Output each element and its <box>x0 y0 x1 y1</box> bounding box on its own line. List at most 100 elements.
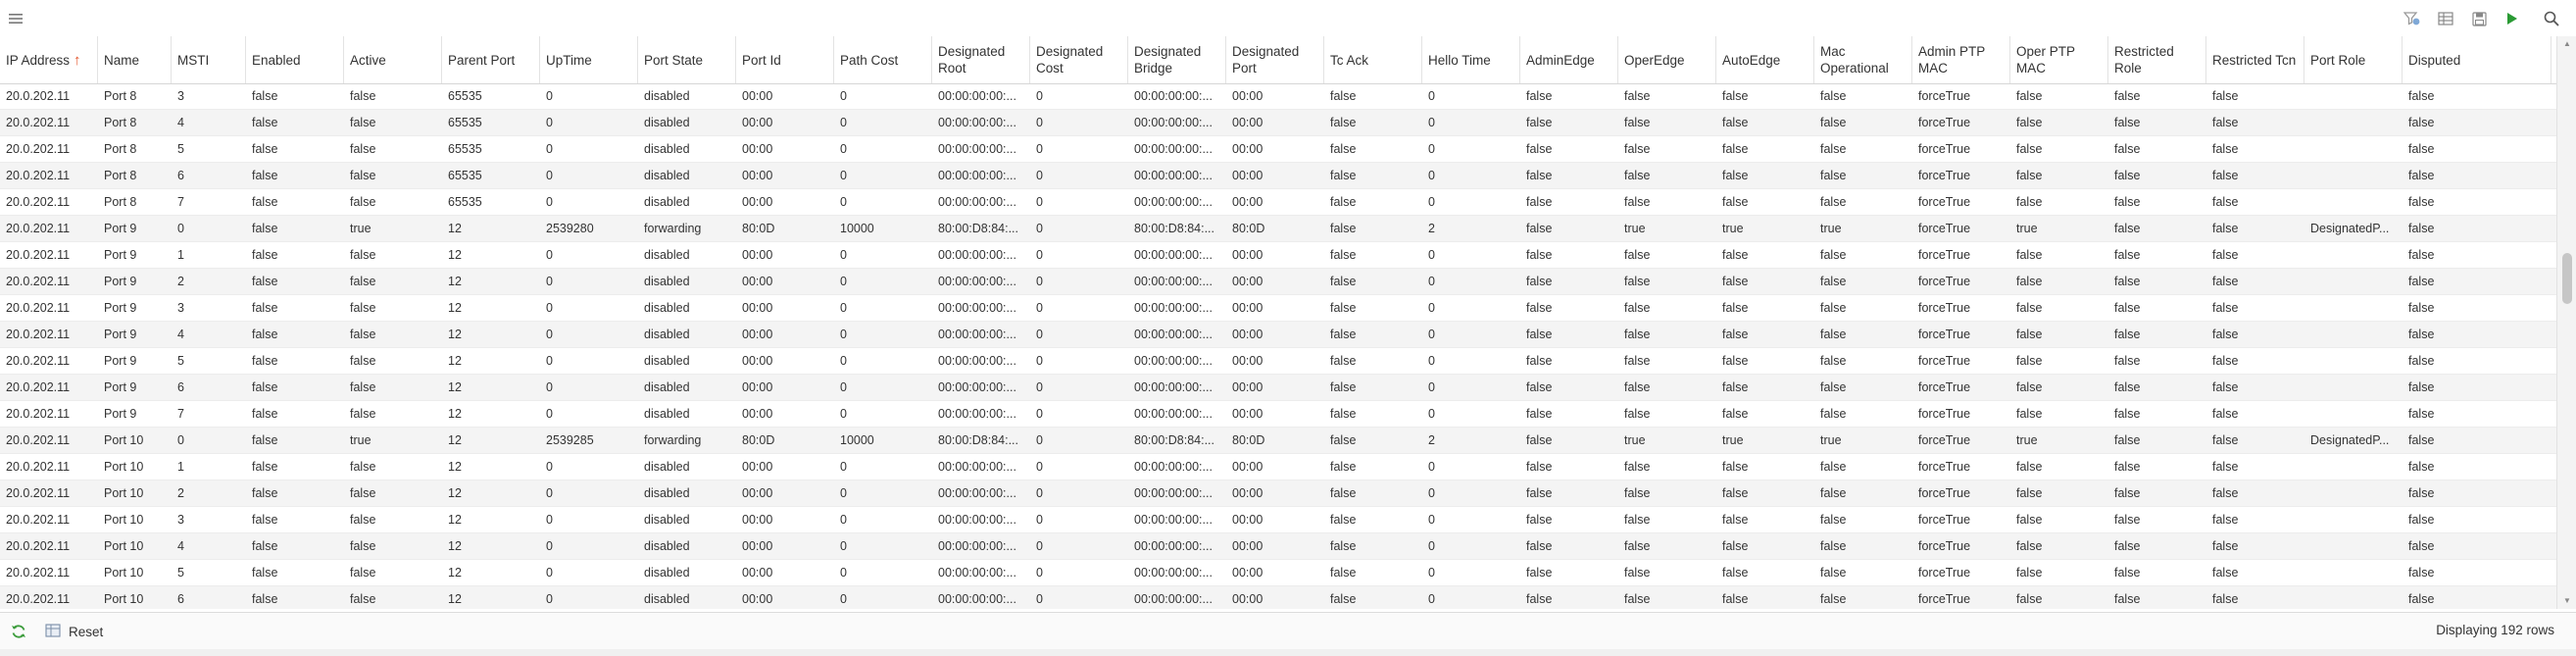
table-row[interactable]: 20.0.202.11 Port 9 5 false false 12 0 disabled 0… <box>0 348 2556 375</box>
table-cell: false <box>1526 195 1553 209</box>
bottom-resize-bar[interactable] <box>0 649 2576 656</box>
table-row[interactable]: 20.0.202.11 Port 10 6 false false 12 0 disabled… <box>0 586 2556 609</box>
column-header[interactable]: Tc Ack <box>1324 36 1422 83</box>
table-cell: false <box>2408 169 2435 182</box>
table-cell: disabled <box>644 301 690 315</box>
table-cell: false <box>1820 328 1847 341</box>
column-header-label: Restricted Tcn <box>2212 52 2297 68</box>
table-cell: false <box>1722 592 1749 606</box>
column-header[interactable]: Designated Root <box>932 36 1030 83</box>
table-row[interactable]: 20.0.202.11 Port 10 5 false false 12 0 disabled… <box>0 560 2556 586</box>
table-cell: 0 <box>1036 328 1043 341</box>
column-header[interactable]: IP Address ↑ <box>0 36 98 83</box>
table-cell: Port 10 <box>104 460 144 474</box>
column-header[interactable]: Active <box>344 36 442 83</box>
column-header-label: Disputed <box>2408 52 2461 68</box>
table-cell: 0 <box>1428 513 1435 527</box>
column-header[interactable]: Port Role <box>2304 36 2403 83</box>
table-cell: false <box>1722 380 1749 394</box>
columns-icon[interactable] <box>2435 8 2456 29</box>
table-cell: 0 <box>546 142 553 156</box>
table-cell: 00:00 <box>1232 539 1263 553</box>
column-header[interactable]: Port Id <box>736 36 834 83</box>
play-icon[interactable] <box>2502 8 2523 29</box>
table-cell: 00:00:00:00:... <box>1134 592 1213 606</box>
table-row[interactable]: 20.0.202.11 Port 10 1 false false 12 0 disabled… <box>0 454 2556 480</box>
sort-ascending-icon[interactable]: ↑ <box>74 52 81 69</box>
column-header[interactable]: Restricted Role <box>2108 36 2206 83</box>
table-cell: 00:00:00:00:... <box>1134 380 1213 394</box>
table-cell: false <box>350 169 376 182</box>
table-cell: 0 <box>1428 248 1435 262</box>
save-icon[interactable] <box>2468 8 2490 29</box>
table-cell: false <box>1330 195 1357 209</box>
column-header[interactable]: Admin PTP MAC <box>1912 36 2010 83</box>
table-cell: 0 <box>546 513 553 527</box>
column-header[interactable]: MSTI <box>172 36 246 83</box>
column-header[interactable]: Designated Port <box>1226 36 1324 83</box>
column-header-label: Designated Bridge <box>1134 44 1202 76</box>
scroll-down-arrow-icon[interactable]: ▼ <box>2557 593 2576 609</box>
table-row[interactable]: 20.0.202.11 Port 8 7 false false 65535 0 disabl… <box>0 189 2556 216</box>
table-cell: false <box>1330 328 1357 341</box>
column-header[interactable]: Parent Port <box>442 36 540 83</box>
table-cell: forceTrue <box>1918 275 1971 288</box>
table-row[interactable]: 20.0.202.11 Port 9 4 false false 12 0 disabled 0… <box>0 322 2556 348</box>
column-header[interactable]: Disputed <box>2403 36 2551 83</box>
column-header[interactable]: Designated Cost <box>1030 36 1128 83</box>
table-row[interactable]: 20.0.202.11 Port 8 6 false false 65535 0 disabl… <box>0 163 2556 189</box>
table-cell: 00:00:00:00:... <box>938 407 1016 421</box>
column-header[interactable]: AutoEdge <box>1716 36 1814 83</box>
column-header[interactable]: Port State <box>638 36 736 83</box>
table-row[interactable]: 20.0.202.11 Port 10 2 false false 12 0 disabled… <box>0 480 2556 507</box>
table-cell: 0 <box>546 566 553 580</box>
table-row[interactable]: 20.0.202.11 Port 9 0 false true 12 2539280 forw… <box>0 216 2556 242</box>
hamburger-menu-icon[interactable] <box>5 8 26 29</box>
column-header[interactable]: Path Cost <box>834 36 932 83</box>
filter-view-icon[interactable] <box>2402 8 2423 29</box>
table-row[interactable]: 20.0.202.11 Port 9 1 false false 12 0 disabled 0… <box>0 242 2556 269</box>
column-header[interactable]: OperEdge <box>1618 36 1716 83</box>
search-icon[interactable] <box>2541 8 2562 29</box>
table-row[interactable]: 20.0.202.11 Port 9 7 false false 12 0 disabled 0… <box>0 401 2556 428</box>
table-row[interactable]: 20.0.202.11 Port 10 0 false true 12 2539285 for… <box>0 428 2556 454</box>
reset-button[interactable]: Reset <box>45 620 103 643</box>
column-header[interactable]: Designated Bridge <box>1128 36 1226 83</box>
table-cell: false <box>2212 275 2239 288</box>
table-cell: false <box>350 275 376 288</box>
column-header[interactable]: Restricted Tcn <box>2206 36 2304 83</box>
vertical-scrollbar[interactable]: ▲ ▼ <box>2556 36 2576 609</box>
table-cell: 0 <box>840 486 847 500</box>
table-row[interactable]: 20.0.202.11 Port 8 3 false false 65535 0 disabl… <box>0 83 2556 110</box>
table-cell: 0 <box>1036 354 1043 368</box>
column-header[interactable]: Oper PTP MAC <box>2010 36 2108 83</box>
table-cell: 0 <box>1036 486 1043 500</box>
table-row[interactable]: 20.0.202.11 Port 9 2 false false 12 0 disabled 0… <box>0 269 2556 295</box>
table-row[interactable]: 20.0.202.11 Port 10 4 false false 12 0 disabled… <box>0 533 2556 560</box>
column-header[interactable]: Name <box>98 36 172 83</box>
table-row[interactable]: 20.0.202.11 Port 10 3 false false 12 0 disabled… <box>0 507 2556 533</box>
column-header[interactable]: AdminEdge <box>1520 36 1618 83</box>
column-header[interactable]: Hello Time <box>1422 36 1520 83</box>
column-header-label: Port Role <box>2310 52 2366 68</box>
table-cell: false <box>2408 513 2435 527</box>
column-header-label: Active <box>350 52 386 68</box>
column-header[interactable]: UpTime <box>540 36 638 83</box>
column-header[interactable]: Mac Operational <box>1814 36 1912 83</box>
scroll-up-arrow-icon[interactable]: ▲ <box>2557 36 2576 52</box>
scrollbar-thumb[interactable] <box>2562 253 2572 304</box>
table-cell <box>2304 322 2403 347</box>
table-cell: 00:00:00:00:... <box>938 89 1016 103</box>
refresh-icon[interactable] <box>10 623 27 640</box>
table-cell: true <box>350 433 372 447</box>
table-row[interactable]: 20.0.202.11 Port 8 4 false false 65535 0 disabl… <box>0 110 2556 136</box>
table-cell: Port 10 <box>104 566 144 580</box>
table-cell: forceTrue <box>1918 566 1971 580</box>
table-row[interactable]: 20.0.202.11 Port 8 5 false false 65535 0 disabl… <box>0 136 2556 163</box>
table-cell: 0 <box>1036 169 1043 182</box>
column-header[interactable]: Enabled <box>246 36 344 83</box>
table-row[interactable]: 20.0.202.11 Port 9 6 false false 12 0 disabled 0… <box>0 375 2556 401</box>
table-cell: 0 <box>546 195 553 209</box>
table-row[interactable]: 20.0.202.11 Port 9 3 false false 12 0 disabled 0… <box>0 295 2556 322</box>
table-cell: 0 <box>840 328 847 341</box>
